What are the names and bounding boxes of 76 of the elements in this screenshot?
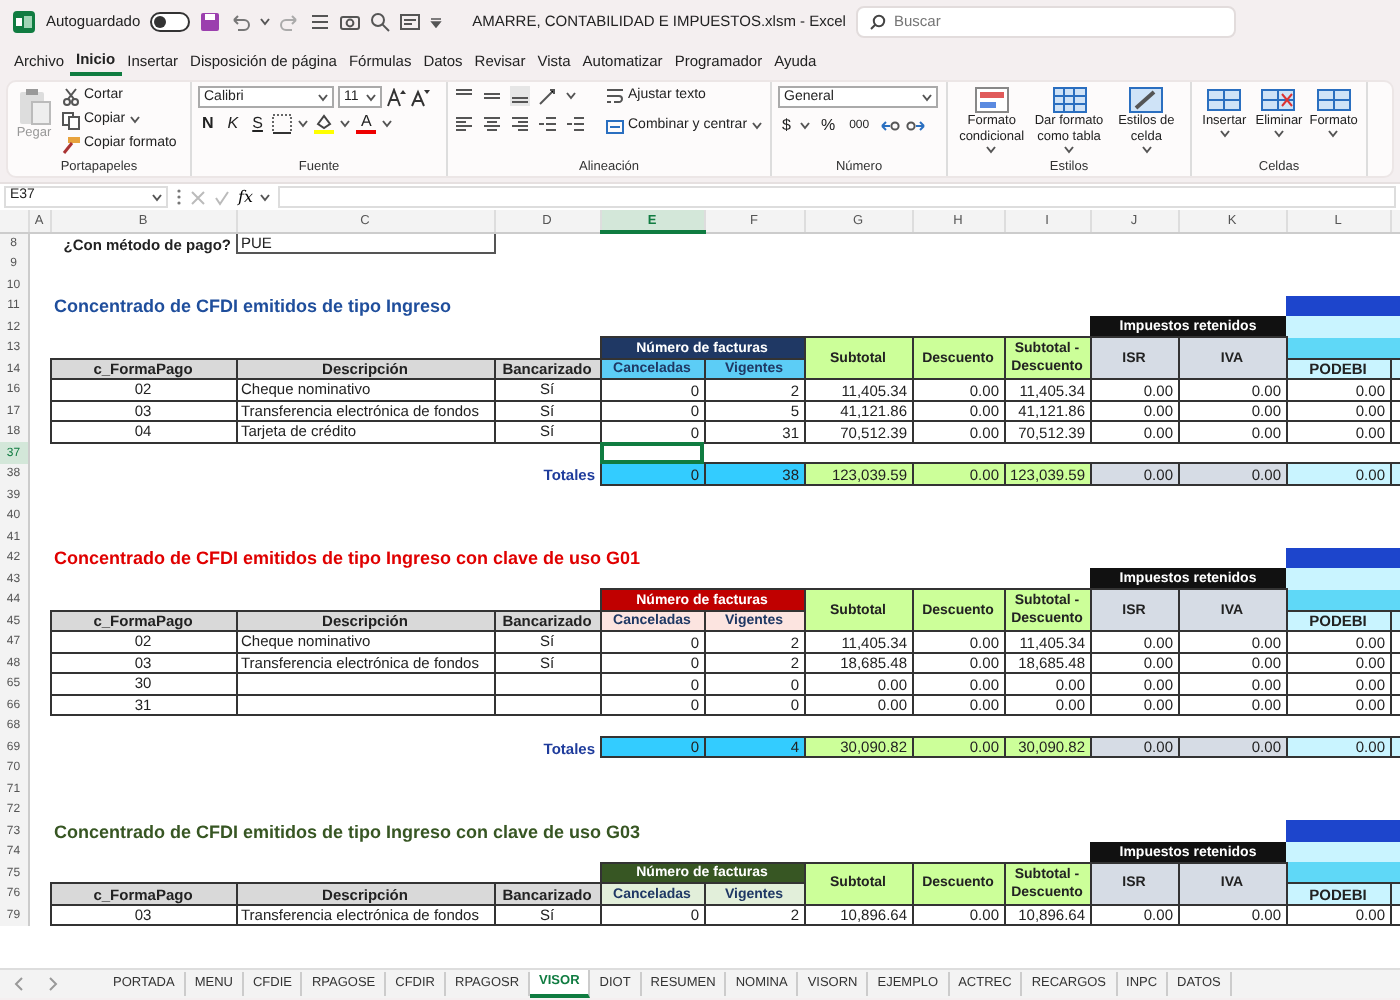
caret-icon <box>1064 146 1074 154</box>
save-icon[interactable] <box>200 12 221 32</box>
header-band <box>1286 316 1400 337</box>
cell-styles-icon <box>1128 86 1165 114</box>
format-button[interactable]: S <box>248 114 267 134</box>
align-left-icon[interactable] <box>454 114 474 134</box>
undo-icon[interactable] <box>230 12 251 32</box>
caret-icon <box>260 18 271 26</box>
header-band <box>1286 841 1400 862</box>
borders-icon[interactable] <box>272 114 293 134</box>
previous-sheet-icon[interactable] <box>12 976 28 992</box>
selected-cell[interactable] <box>600 442 704 463</box>
caret-icon <box>1273 130 1284 138</box>
caret-icon <box>152 193 162 201</box>
copy-icon <box>62 111 80 129</box>
grow-font-icon[interactable] <box>386 87 406 107</box>
check-icon[interactable] <box>214 189 230 205</box>
number-format-button[interactable]: $ <box>778 116 795 136</box>
caret-icon <box>566 92 576 100</box>
format-button[interactable]: N <box>198 114 218 134</box>
header-band <box>1286 820 1400 841</box>
caret-icon <box>751 122 762 130</box>
delete-cells-icon <box>1260 86 1297 114</box>
caret-icon <box>318 93 328 101</box>
increase-indent-icon[interactable] <box>566 114 586 134</box>
format-button[interactable]: K <box>223 114 243 134</box>
caret-icon <box>129 116 140 124</box>
caret-icon <box>986 146 997 154</box>
fill-color-icon[interactable] <box>314 114 335 134</box>
list-icon[interactable] <box>310 12 331 32</box>
caret-icon <box>381 120 392 128</box>
align-center-icon[interactable] <box>482 114 502 134</box>
camera-icon[interactable] <box>340 12 361 32</box>
insert-function-button[interactable]: fx <box>238 185 253 209</box>
wrap-text-icon <box>606 87 624 105</box>
header-band <box>1286 295 1400 316</box>
section-title: Concentrado de CFDI emitidos de tipo Ingreso con clave de uso G03 <box>50 820 1286 841</box>
autosave-toggle[interactable] <box>150 12 191 32</box>
section-title: Concentrado de CFDI emitidos de tipo Ingreso con clave de uso G01 <box>50 547 1286 568</box>
insert-cells-icon <box>1206 86 1243 114</box>
caret-icon <box>800 122 811 130</box>
merge-cells-icon <box>606 117 624 135</box>
zoom-icon[interactable] <box>370 12 391 32</box>
decrease-decimal-icon[interactable] <box>905 116 926 136</box>
increase-decimal-icon[interactable] <box>879 116 900 136</box>
caret-icon <box>1141 146 1152 154</box>
caret-icon <box>1219 130 1230 138</box>
font-color-button[interactable]: A <box>356 114 376 134</box>
header-band <box>1286 547 1400 568</box>
form-icon[interactable] <box>400 12 421 32</box>
caret-icon <box>922 93 932 101</box>
clipboard-icon <box>16 86 52 126</box>
conditional-format-icon <box>973 86 1010 114</box>
orientation-icon[interactable] <box>538 86 558 106</box>
customize-caret-icon[interactable] <box>430 16 443 28</box>
shrink-font-icon[interactable] <box>410 87 430 107</box>
spreadsheet-logo-icon <box>12 10 36 34</box>
scissors-icon <box>62 87 80 105</box>
align-right-icon[interactable] <box>510 114 530 134</box>
header-band <box>1286 568 1400 589</box>
align-bottom-icon[interactable] <box>510 86 530 106</box>
caret-icon <box>1328 130 1339 138</box>
table-format-icon <box>1051 86 1087 114</box>
formula-field[interactable] <box>278 186 1396 208</box>
caret-icon <box>298 120 309 128</box>
caret-icon <box>260 193 271 201</box>
more-icon <box>176 188 182 206</box>
next-sheet-icon[interactable] <box>44 976 60 992</box>
search-icon <box>869 14 886 30</box>
caret-icon <box>366 93 376 101</box>
caret-icon <box>340 120 351 128</box>
number-format-button[interactable]: % <box>816 116 840 136</box>
format-cells-icon <box>1315 86 1352 114</box>
brush-icon <box>62 135 80 153</box>
section-title: Concentrado de CFDI emitidos de tipo Ingreso <box>50 295 1286 316</box>
decrease-indent-icon[interactable] <box>538 114 558 134</box>
